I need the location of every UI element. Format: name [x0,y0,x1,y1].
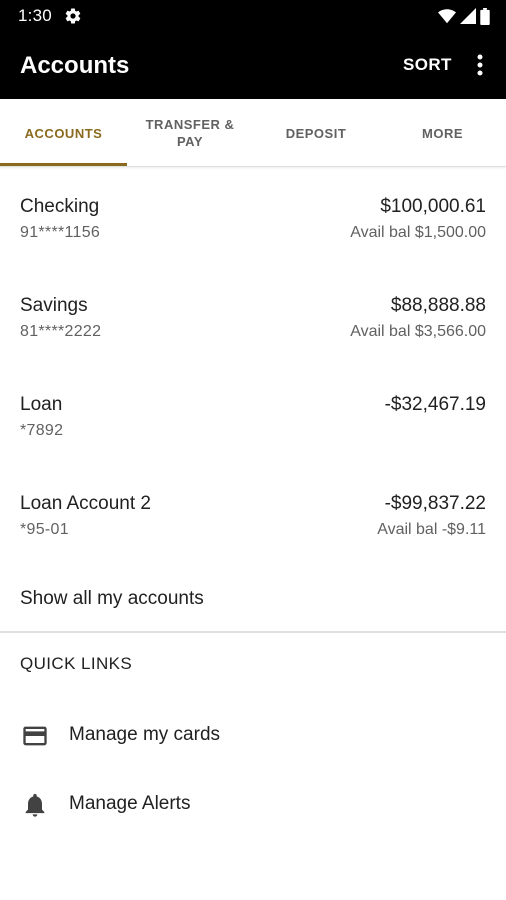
account-row-savings[interactable]: Savings 81****2222 $88,888.88 Avail bal … [0,295,506,385]
account-balance: -$32,467.19 [384,394,486,415]
bell-icon [25,793,45,817]
account-balance: $100,000.61 [380,196,486,217]
manage-alerts-link[interactable]: Manage Alerts [0,779,506,829]
tab-deposit[interactable]: DEPOSIT [253,99,379,167]
tab-transfer-pay[interactable]: TRANSFER & PAY [127,99,253,167]
account-number: *95-01 [20,521,69,538]
account-number: 81****2222 [20,323,102,340]
gear-icon [65,8,81,24]
account-row-loan-account-2[interactable]: Loan Account 2 *95-01 -$99,837.22 Avail … [0,493,506,583]
sort-button[interactable]: SORT [403,55,452,75]
more-vert-icon[interactable] [470,53,490,77]
credit-card-icon [23,726,47,746]
battery-icon [480,7,490,25]
status-icons [438,7,490,25]
account-balance: -$99,837.22 [384,493,486,514]
page-title: Accounts [20,52,130,79]
section-divider [0,631,506,633]
account-available-balance: Avail bal -$9.11 [377,521,486,538]
active-tab-indicator [0,163,127,166]
signal-icon [460,8,476,24]
account-name: Loan [20,394,63,415]
quick-link-label: Manage my cards [69,724,221,745]
account-number: *7892 [20,422,64,439]
account-name: Loan Account 2 [20,493,151,514]
account-available-balance: Avail bal $1,500.00 [350,224,486,241]
quick-link-label: Manage Alerts [69,793,191,814]
quick-links-heading: QUICK LINKS [20,654,133,673]
show-all-accounts-link[interactable]: Show all my accounts [20,588,204,610]
app-bar: Accounts SORT [0,32,506,99]
account-name: Checking [20,196,100,217]
tab-more[interactable]: MORE [379,99,506,167]
status-time: 1:30 [18,6,52,25]
account-balance: $88,888.88 [390,295,486,316]
wifi-icon [438,8,456,23]
account-row-checking[interactable]: Checking 91****1156 $100,000.61 Avail ba… [0,196,506,286]
account-available-balance: Avail bal $3,566.00 [350,323,486,340]
account-row-loan[interactable]: Loan *7892 -$32,467.19 [0,394,506,484]
account-number: 91****1156 [20,224,101,241]
tab-accounts[interactable]: ACCOUNTS [0,99,127,167]
account-name: Savings [20,295,88,316]
tab-bar: ACCOUNTS TRANSFER & PAY DEPOSIT MORE [0,99,506,167]
status-bar: 1:30 [0,0,506,32]
manage-cards-link[interactable]: Manage my cards [0,710,506,760]
